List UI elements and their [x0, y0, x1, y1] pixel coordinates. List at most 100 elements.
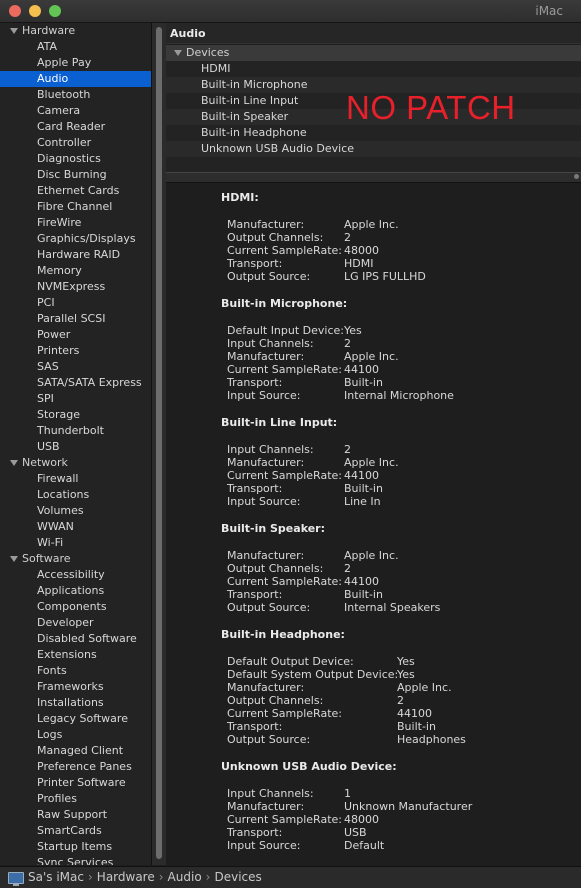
sidebar-item-accessibility[interactable]: Accessibility [0, 567, 151, 583]
sidebar-item-memory[interactable]: Memory [0, 263, 151, 279]
sidebar-item-ethernet-cards[interactable]: Ethernet Cards [0, 183, 151, 199]
property-label: Current SampleRate: [227, 469, 342, 482]
breadcrumb-item[interactable]: Hardware [97, 870, 155, 884]
device-row[interactable]: Built-in Headphone [166, 125, 581, 141]
device-detail-title: Built-in Line Input: [221, 416, 338, 429]
sidebar-item-wi-fi[interactable]: Wi-Fi [0, 535, 151, 551]
property-value: Built-in [344, 376, 383, 389]
breadcrumb-separator: › [158, 870, 164, 884]
breadcrumb-item[interactable]: Audio [168, 870, 202, 884]
sidebar-item-volumes[interactable]: Volumes [0, 503, 151, 519]
property-label: Current SampleRate: [227, 707, 342, 720]
sidebar-scroll-thumb[interactable] [156, 27, 162, 859]
property-label: Manufacturer: [227, 549, 305, 562]
disclosure-triangle-icon[interactable] [174, 50, 182, 56]
sidebar-item-managed-client[interactable]: Managed Client [0, 743, 151, 759]
sidebar-item-bluetooth[interactable]: Bluetooth [0, 87, 151, 103]
sidebar-item-sas[interactable]: SAS [0, 359, 151, 375]
property-label: Transport: [227, 588, 283, 601]
property-value: HDMI [344, 257, 374, 270]
property-label: Transport: [227, 720, 283, 733]
sidebar-item-camera[interactable]: Camera [0, 103, 151, 119]
sidebar-item-parallel-scsi[interactable]: Parallel SCSI [0, 311, 151, 327]
sidebar-group-hardware[interactable]: Hardware [0, 23, 151, 39]
property-value: 1 [344, 787, 351, 800]
sidebar-item-fonts[interactable]: Fonts [0, 663, 151, 679]
close-window-button[interactable] [9, 5, 21, 17]
devices-group-label: Devices [186, 46, 230, 59]
disclosure-triangle-icon[interactable] [10, 28, 18, 34]
device-row[interactable]: Unknown USB Audio Device [166, 141, 581, 157]
property-value: Apple Inc. [397, 681, 452, 694]
property-label: Output Channels: [227, 562, 324, 575]
device-row[interactable]: HDMI [166, 61, 581, 77]
sidebar-item-profiles[interactable]: Profiles [0, 791, 151, 807]
sidebar-item-pci[interactable]: PCI [0, 295, 151, 311]
sidebar-item-frameworks[interactable]: Frameworks [0, 679, 151, 695]
sidebar-item-audio[interactable]: Audio [0, 71, 151, 87]
property-value: 48000 [344, 813, 379, 826]
sidebar-item-startup-items[interactable]: Startup Items [0, 839, 151, 855]
sidebar-item-hardware-raid[interactable]: Hardware RAID [0, 247, 151, 263]
breadcrumb: Sa's iMac › Hardware › Audio › Devices [28, 867, 262, 887]
sidebar-item-disabled-software[interactable]: Disabled Software [0, 631, 151, 647]
property-label: Output Source: [227, 733, 311, 746]
sidebar-item-logs[interactable]: Logs [0, 727, 151, 743]
devices-group-row[interactable]: Devices [166, 45, 581, 61]
sidebar-item-developer[interactable]: Developer [0, 615, 151, 631]
sidebar-item-fibre-channel[interactable]: Fibre Channel [0, 199, 151, 215]
sidebar-item-components[interactable]: Components [0, 599, 151, 615]
sidebar-item-applications[interactable]: Applications [0, 583, 151, 599]
sidebar-item-card-reader[interactable]: Card Reader [0, 119, 151, 135]
sidebar-item-disc-burning[interactable]: Disc Burning [0, 167, 151, 183]
property-label: Transport: [227, 482, 283, 495]
sidebar-item-power[interactable]: Power [0, 327, 151, 343]
property-label: Current SampleRate: [227, 575, 342, 588]
property-value: USB [344, 826, 367, 839]
sidebar-item-installations[interactable]: Installations [0, 695, 151, 711]
property-value: Apple Inc. [344, 456, 399, 469]
sidebar-item-usb[interactable]: USB [0, 439, 151, 455]
disclosure-triangle-icon[interactable] [10, 556, 18, 562]
property-value: 44100 [344, 469, 379, 482]
property-label: Transport: [227, 257, 283, 270]
property-label: Input Source: [227, 839, 301, 852]
splitter-handle-icon[interactable] [574, 174, 579, 179]
minimize-window-button[interactable] [29, 5, 41, 17]
zoom-window-button[interactable] [49, 5, 61, 17]
sidebar-group-software[interactable]: Software [0, 551, 151, 567]
disclosure-triangle-icon[interactable] [10, 460, 18, 466]
sidebar-item-raw-support[interactable]: Raw Support [0, 807, 151, 823]
device-detail-title: Built-in Microphone: [221, 297, 348, 310]
sidebar-item-legacy-software[interactable]: Legacy Software [0, 711, 151, 727]
device-detail-title: Built-in Headphone: [221, 628, 345, 641]
sidebar-item-sync-services[interactable]: Sync Services [0, 855, 151, 865]
sidebar-item-smartcards[interactable]: SmartCards [0, 823, 151, 839]
sidebar-item-firewall[interactable]: Firewall [0, 471, 151, 487]
sidebar-scrollbar[interactable] [151, 23, 166, 865]
sidebar-item-apple-pay[interactable]: Apple Pay [0, 55, 151, 71]
sidebar-item-graphics-displays[interactable]: Graphics/Displays [0, 231, 151, 247]
breadcrumb-item[interactable]: Devices [214, 870, 261, 884]
sidebar-group-network[interactable]: Network [0, 455, 151, 471]
sidebar-item-nvmexpress[interactable]: NVMExpress [0, 279, 151, 295]
sidebar-item-thunderbolt[interactable]: Thunderbolt [0, 423, 151, 439]
sidebar-item-printer-software[interactable]: Printer Software [0, 775, 151, 791]
sidebar-item-printers[interactable]: Printers [0, 343, 151, 359]
property-value: Internal Speakers [344, 601, 441, 614]
sidebar-item-wwan[interactable]: WWAN [0, 519, 151, 535]
sidebar-item-controller[interactable]: Controller [0, 135, 151, 151]
sidebar-item-extensions[interactable]: Extensions [0, 647, 151, 663]
sidebar-item-spi[interactable]: SPI [0, 391, 151, 407]
section-title: Audio [166, 23, 581, 44]
sidebar-item-sata-sata-express[interactable]: SATA/SATA Express [0, 375, 151, 391]
path-bar: Sa's iMac › Hardware › Audio › Devices [0, 866, 581, 888]
sidebar-item-storage[interactable]: Storage [0, 407, 151, 423]
property-label: Output Channels: [227, 694, 324, 707]
sidebar-item-diagnostics[interactable]: Diagnostics [0, 151, 151, 167]
sidebar-item-locations[interactable]: Locations [0, 487, 151, 503]
sidebar-item-firewire[interactable]: FireWire [0, 215, 151, 231]
breadcrumb-item[interactable]: Sa's iMac [28, 870, 84, 884]
sidebar-item-ata[interactable]: ATA [0, 39, 151, 55]
sidebar-item-preference-panes[interactable]: Preference Panes [0, 759, 151, 775]
